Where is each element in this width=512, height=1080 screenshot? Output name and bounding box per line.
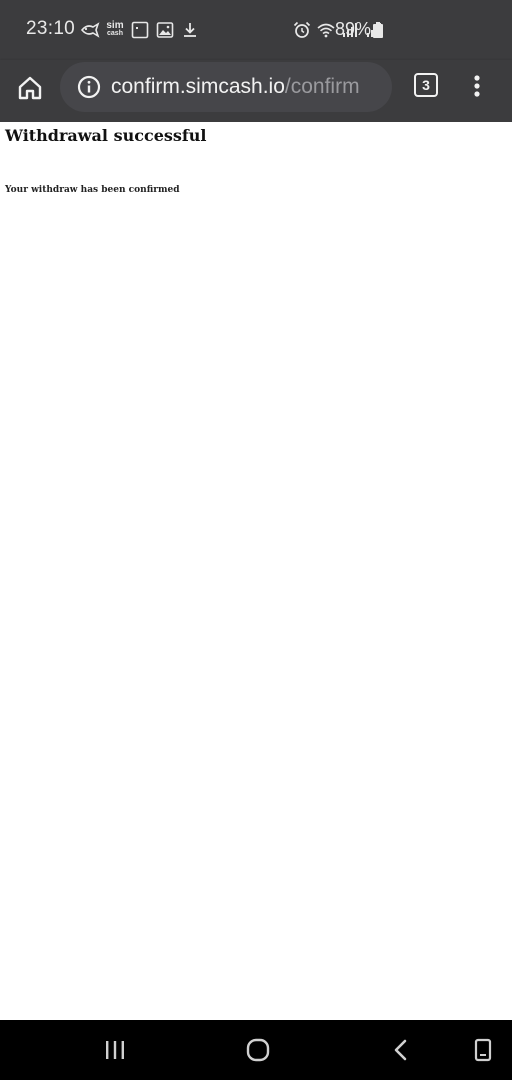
fish-icon [80, 22, 100, 38]
phone-screen: 23:10 sim cash 89% confirm.simcash.io/co… [0, 0, 512, 1080]
download-icon [184, 23, 196, 37]
page-heading: Withdrawal successful [5, 126, 207, 145]
battery-percent: 89% [335, 19, 372, 39]
image-icon [156, 22, 174, 38]
address-bar[interactable]: confirm.simcash.io/confirm [60, 62, 392, 112]
tab-count: 3 [422, 77, 430, 93]
keyboard-toggle-button[interactable] [468, 1035, 498, 1065]
alarm-icon [293, 21, 311, 38]
navigation-bar [0, 1020, 512, 1080]
recent-apps-icon [106, 1041, 124, 1059]
home-icon [18, 76, 42, 100]
confirmation-message: Your withdraw has been confirmed [5, 185, 180, 195]
more-options-button[interactable] [466, 72, 488, 100]
notification-icons: sim cash [80, 19, 200, 41]
info-icon[interactable] [77, 75, 101, 99]
battery-icon [373, 22, 383, 38]
more-vert-icon [474, 75, 480, 97]
back-button[interactable] [386, 1035, 416, 1065]
back-icon [394, 1039, 407, 1061]
square-notification-icon [131, 21, 149, 39]
home-nav-button[interactable] [243, 1035, 273, 1065]
recent-apps-button[interactable] [100, 1035, 130, 1065]
wifi-icon [317, 23, 335, 38]
url-path: /confirm [284, 75, 360, 98]
sim-cash-app-icon: sim cash [106, 20, 124, 38]
tab-switcher-button[interactable]: 3 [414, 73, 438, 97]
web-page-content: Withdrawal successful Your withdraw has … [0, 122, 512, 1020]
url-domain: confirm.simcash.io [111, 75, 285, 98]
status-time: 23:10 [26, 18, 76, 39]
status-bar: 23:10 sim cash 89% [0, 0, 512, 60]
keyboard-toggle-icon [474, 1038, 492, 1062]
url-text[interactable]: confirm.simcash.io/confirm [111, 74, 381, 100]
browser-toolbar: confirm.simcash.io/confirm 3 [0, 60, 512, 122]
home-circle-icon [246, 1038, 270, 1062]
home-button[interactable] [14, 72, 46, 104]
